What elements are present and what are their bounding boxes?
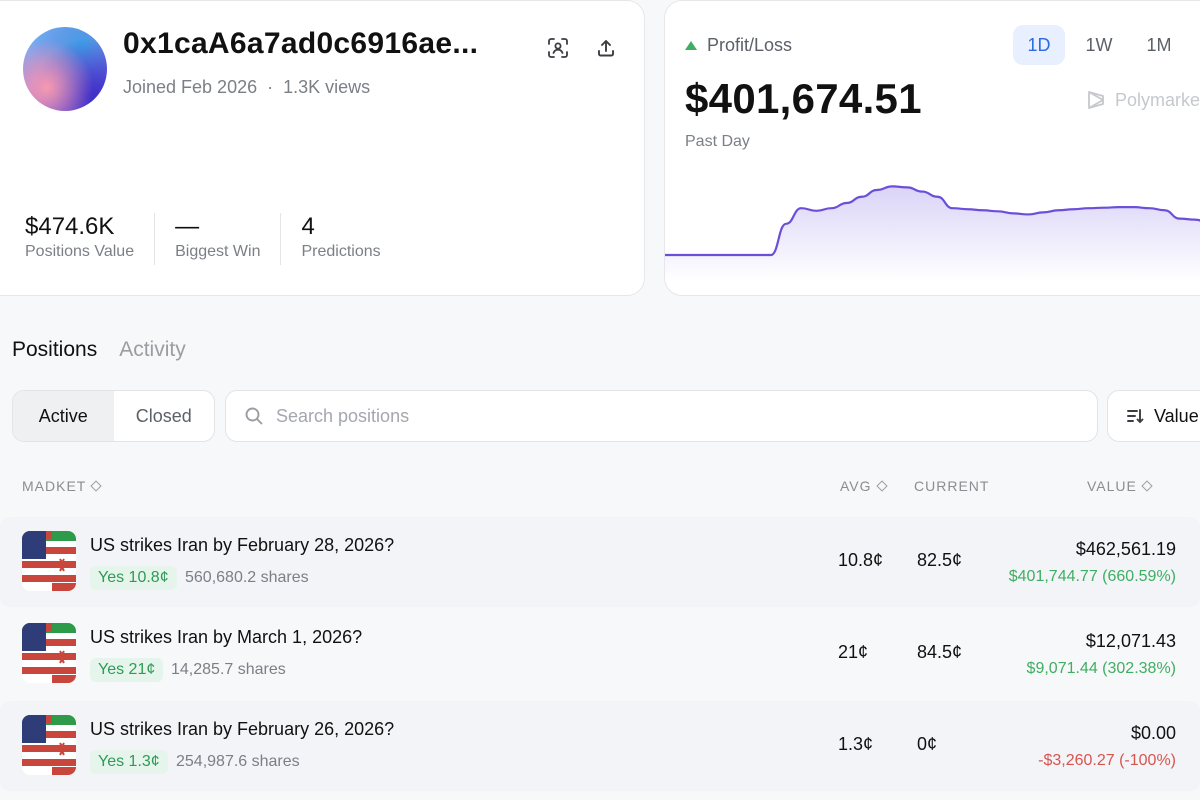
range-selector: 1D 1W 1M bbox=[1013, 25, 1185, 65]
stat-predictions: 4 Predictions bbox=[301, 213, 400, 265]
position-value: $0.00 bbox=[1130, 723, 1176, 743]
profile-meta: Joined Feb 2026 · 1.3K views bbox=[123, 77, 371, 97]
tab-positions[interactable]: Positions bbox=[12, 338, 97, 362]
position-tabs: Positions Activity bbox=[12, 338, 186, 362]
range-1d[interactable]: 1D bbox=[1013, 25, 1065, 65]
search-box bbox=[225, 390, 1098, 442]
header-market[interactable]: MADKET bbox=[22, 478, 103, 494]
profile-stats: $474.6K Positions Value — Biggest Win 4 … bbox=[25, 213, 421, 265]
pnl-area bbox=[665, 186, 1200, 281]
joined-date: Joined Feb 2026 bbox=[123, 77, 258, 97]
stat-positions-value: $474.6K Positions Value bbox=[25, 213, 156, 265]
search-icon bbox=[245, 407, 263, 425]
us-iran-flag-icon bbox=[22, 623, 76, 683]
sort-diamond-icon bbox=[90, 480, 103, 492]
sort-icon bbox=[1127, 409, 1144, 424]
sort-label: Value bbox=[1154, 405, 1199, 426]
filter-active-button[interactable]: Active bbox=[13, 391, 114, 441]
profit-loss: $9,071.44 (302.38%) bbox=[1026, 660, 1176, 677]
pnl-card: Profit/Loss $401,674.51 Past Day 1D 1W 1… bbox=[664, 0, 1200, 296]
current-price: 84.5¢ bbox=[917, 642, 963, 662]
sort-button[interactable]: Value bbox=[1107, 390, 1200, 442]
up-arrow-icon bbox=[685, 41, 697, 50]
view-count: 1.3K views bbox=[283, 77, 371, 97]
current-price: 0¢ bbox=[917, 734, 938, 754]
outcome-badge: Yes 10.8¢ bbox=[90, 566, 177, 590]
pnl-chart bbox=[665, 185, 1200, 281]
us-iran-flag-icon bbox=[22, 531, 76, 591]
range-1w[interactable]: 1W bbox=[1073, 25, 1125, 65]
scan-icon[interactable] bbox=[545, 35, 571, 61]
position-value: $462,561.19 bbox=[1075, 539, 1176, 559]
header-current: CURRENT bbox=[914, 478, 989, 494]
table-row[interactable]: US strikes Iran by March 1, 2026? Yes 21… bbox=[0, 609, 1200, 699]
profit-loss: -$3,260.27 (-100%) bbox=[1038, 752, 1176, 769]
share-count: 254,987.6 shares bbox=[176, 753, 300, 770]
stat-label: Biggest Win bbox=[175, 243, 261, 260]
header-avg-label: AVG bbox=[840, 478, 872, 494]
profile-card: 0x1caA6a7ad0c6916ae... Joined Feb 2026 · 1… bbox=[0, 0, 645, 296]
brand-mark: Polymarket bbox=[1085, 89, 1200, 111]
header-market-label: MADKET bbox=[22, 478, 87, 494]
share-count: 14,285.7 shares bbox=[171, 661, 286, 678]
share-count: 560,680.2 shares bbox=[185, 569, 309, 586]
pnl-header: Profit/Loss bbox=[685, 35, 792, 56]
current-price: 82.5¢ bbox=[917, 550, 963, 570]
pnl-value: $401,674.51 bbox=[685, 75, 922, 122]
stat-label: Positions Value bbox=[25, 243, 135, 260]
position-value: $12,071.43 bbox=[1085, 631, 1176, 651]
pnl-label: Profit/Loss bbox=[707, 35, 793, 55]
header-avg[interactable]: AVG bbox=[840, 478, 888, 494]
range-1m[interactable]: 1M bbox=[1133, 25, 1185, 65]
stat-value: $474.6K bbox=[25, 213, 115, 240]
outcome-badge: Yes 1.3¢ bbox=[90, 750, 168, 774]
outcome-badge: Yes 21¢ bbox=[90, 658, 164, 682]
tab-activity[interactable]: Activity bbox=[119, 338, 186, 362]
pnl-period: Past Day bbox=[685, 133, 750, 150]
stat-biggest-win: — Biggest Win bbox=[175, 213, 282, 265]
stat-value: — bbox=[175, 213, 200, 240]
brand-name: Polymarket bbox=[1115, 89, 1200, 110]
header-value-label: VALUE bbox=[1087, 478, 1137, 494]
polymarket-logo-icon bbox=[1088, 91, 1104, 109]
avg-price: 21¢ bbox=[838, 642, 869, 662]
market-title[interactable]: US strikes Iran by February 28, 2026? bbox=[90, 535, 394, 556]
filter-closed-button[interactable]: Closed bbox=[114, 391, 215, 441]
avatar bbox=[23, 27, 107, 111]
table-row[interactable]: US strikes Iran by February 26, 2026? Ye… bbox=[0, 701, 1200, 791]
avg-price: 10.8¢ bbox=[838, 550, 884, 570]
search-input[interactable] bbox=[276, 405, 1056, 427]
market-title[interactable]: US strikes Iran by March 1, 2026? bbox=[90, 627, 362, 648]
stat-value: 4 bbox=[301, 213, 315, 240]
header-value[interactable]: VALUE bbox=[1087, 478, 1153, 494]
avg-price: 1.3¢ bbox=[838, 734, 874, 754]
wallet-address: 0x1caA6a7ad0c6916ae... bbox=[123, 27, 479, 60]
header-current-label: CURRENT bbox=[914, 478, 990, 494]
stat-label: Predictions bbox=[301, 243, 381, 260]
status-filter: Active Closed bbox=[12, 390, 215, 442]
profit-loss: $401,744.77 (660.59%) bbox=[1008, 568, 1176, 585]
market-title[interactable]: US strikes Iran by February 26, 2026? bbox=[90, 719, 394, 740]
sort-diamond-icon bbox=[1141, 480, 1153, 492]
sort-diamond-icon bbox=[875, 480, 888, 492]
share-icon[interactable] bbox=[593, 35, 619, 61]
table-row[interactable]: US strikes Iran by February 28, 2026? Ye… bbox=[0, 517, 1200, 607]
us-iran-flag-icon bbox=[22, 715, 76, 775]
